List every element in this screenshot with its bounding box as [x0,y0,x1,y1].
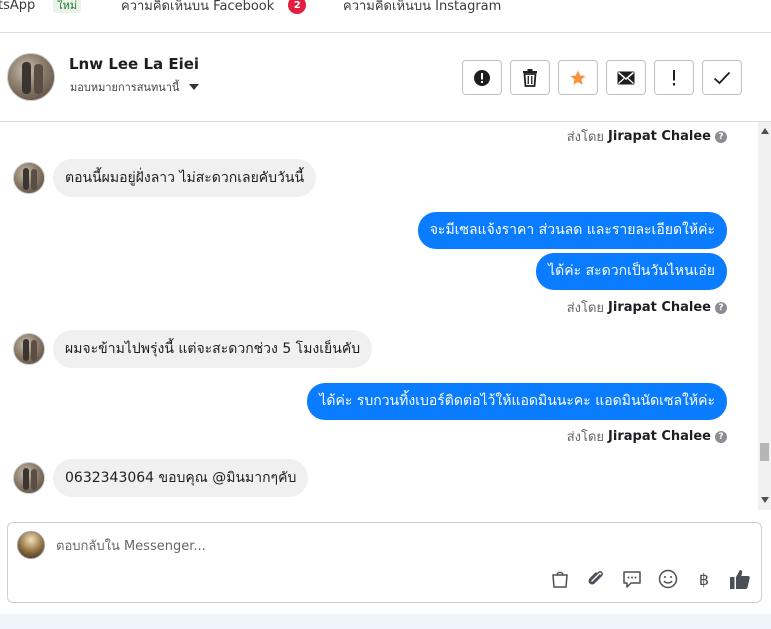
smiley-icon [658,569,678,589]
conversation-header: Lnw Lee La Eiei มอบหมายการสนทนานี้ [0,33,771,122]
reply-input[interactable] [56,536,656,556]
message-bubble-incoming[interactable]: ผมจะข้ามไปพรุ่งนี้ แต่จะสะดวกช่วง 5 โมงเ… [53,330,373,368]
contact-avatar-small [13,462,45,494]
scroll-up-arrow-icon[interactable] [761,128,769,134]
sent-by-label: ส่งโดย Jirapat Chalee ? [567,126,727,147]
star-icon [570,70,586,85]
message-bubble-incoming[interactable]: 0632343064 ขอบคุณ @มินมากๆคับ [53,459,309,497]
assign-label: มอบหมายการสนทนานี้ [70,81,180,94]
help-icon[interactable]: ? [715,130,727,143]
shopping-bag-icon [552,571,568,588]
check-icon [713,71,731,84]
composer-toolbar: ฿ [549,568,751,590]
tab-whatsapp[interactable]: tsApp ใหม่ [0,0,82,15]
contact-name[interactable]: Lnw Lee La Eiei [69,55,199,73]
agent-name: Jirapat Chalee [608,129,711,144]
agent-name: Jirapat Chalee [608,300,711,315]
chevron-down-icon [189,84,200,90]
like-button[interactable] [729,568,751,590]
mark-spam-button[interactable] [462,60,502,95]
reply-composer: ฿ [7,522,762,603]
message-row-incoming: ผมจะข้ามไปพรุ่งนี้ แต่จะสะดวกช่วง 5 โมงเ… [13,330,373,368]
paperclip-icon [588,571,603,585]
message-bubble-outgoing[interactable]: ได้ค่ะ รบกวนทิ้งเบอร์ติดต่อไว้ให้แอดมินน… [307,383,727,420]
tab-whatsapp-label: tsApp [0,0,36,13]
notification-count-badge: 2 [288,0,307,14]
attach-button[interactable] [585,568,607,590]
channel-tabs: tsApp ใหม่ ความคิดเห็นบน Facebook 2 ความ… [0,0,771,33]
mark-done-button[interactable] [702,60,742,95]
footer-band [0,614,771,629]
tab-facebook-label: ความคิดเห็นบน Facebook [121,0,275,14]
payment-button[interactable]: ฿ [693,568,715,590]
scrollbar-thumb[interactable] [760,443,769,461]
follow-up-button[interactable] [654,60,694,95]
sent-by-prefix: ส่งโดย [566,130,605,145]
assign-conversation-dropdown[interactable]: มอบหมายการสนทนานี้ [70,78,200,96]
message-row-incoming: 0632343064 ขอบคุณ @มินมากๆคับ [13,459,309,497]
sent-by-prefix: ส่งโดย [566,430,605,445]
tab-instagram-label: ความคิดเห็นบน Instagram [343,0,502,14]
message-row-incoming: ตอนนี้ผมอยู่ฝั่งลาว ไม่สะดวกเลยคับวันนี้ [13,159,317,197]
message-bubble-outgoing[interactable]: จะมีเซลแจ้งราคา ส่วนลด และรายละเอียดให้ค… [417,212,727,249]
sent-by-prefix: ส่งโดย [566,301,605,316]
exclamation-icon [673,69,675,85]
tab-facebook-comments[interactable]: ความคิดเห็นบน Facebook 2 [121,0,307,15]
header-actions [462,60,742,95]
trash-icon [523,68,537,87]
page-avatar [17,531,45,559]
contact-avatar[interactable] [7,53,55,101]
mark-unread-button[interactable] [606,60,646,95]
agent-name: Jirapat Chalee [608,429,711,444]
message-bubble-outgoing[interactable]: ได้ค่ะ สะดวกเป็นวันไหนเอ่ย [536,253,727,290]
message-thread: ส่งโดย Jirapat Chalee ? ตอนนี้ผมอยู่ฝั่ง… [0,122,771,510]
sent-by-label: ส่งโดย Jirapat Chalee ? [567,426,727,447]
contact-avatar-small [13,333,45,365]
sent-by-label: ส่งโดย Jirapat Chalee ? [567,297,727,318]
new-badge: ใหม่ [53,0,82,13]
star-button[interactable] [558,60,598,95]
scroll-down-arrow-icon[interactable] [761,497,769,503]
shopping-bag-button[interactable] [549,568,571,590]
saved-replies-button[interactable] [621,568,643,590]
alert-circle-icon [474,69,490,86]
envelope-icon [617,71,635,84]
tab-instagram-comments[interactable]: ความคิดเห็นบน Instagram [343,0,501,15]
help-icon[interactable]: ? [715,430,727,443]
baht-icon: ฿ [698,569,710,589]
contact-avatar-small [13,162,45,194]
emoji-button[interactable] [657,568,679,590]
chat-bubble-icon [623,571,641,588]
help-icon[interactable]: ? [715,301,727,314]
thumbs-up-icon [730,570,750,589]
delete-button[interactable] [510,60,550,95]
message-bubble-incoming[interactable]: ตอนนี้ผมอยู่ฝั่งลาว ไม่สะดวกเลยคับวันนี้ [53,159,317,197]
